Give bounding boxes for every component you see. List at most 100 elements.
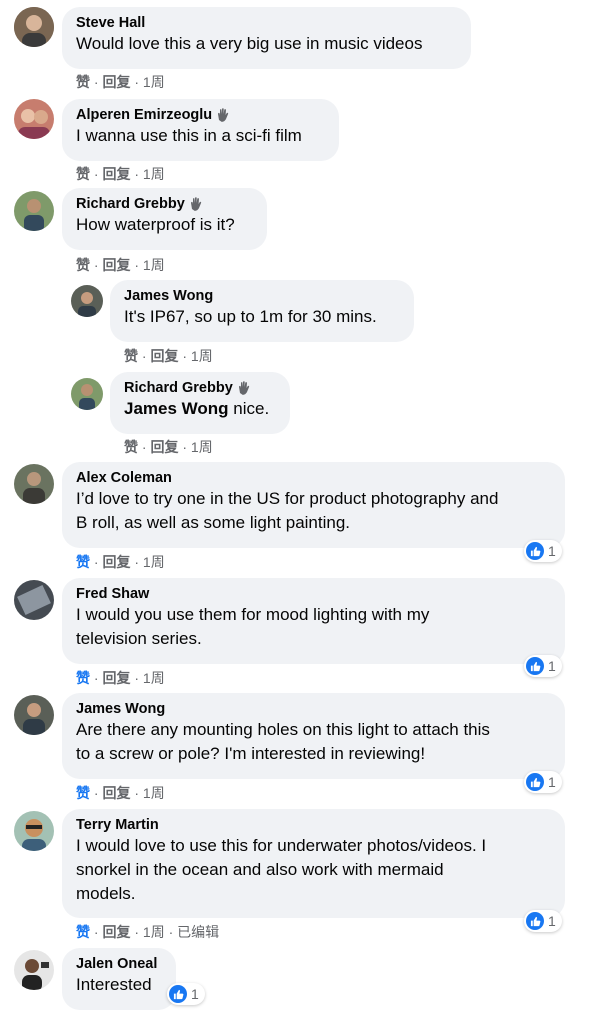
reaction-count[interactable]: 1 (524, 655, 562, 677)
comment-timestamp[interactable]: 1周 (191, 439, 213, 455)
comment-richard-grebby: Richard Grebby How waterproof is it? 赞 ·… (0, 184, 589, 276)
avatar[interactable] (71, 285, 103, 317)
avatar[interactable] (71, 378, 103, 410)
comment-bubble: Richard Grebby James Wong nice. (110, 372, 290, 434)
reply-link[interactable]: 回复 (150, 439, 178, 455)
comment-timestamp[interactable]: 1周 (191, 348, 213, 364)
reply-link[interactable]: 回复 (102, 166, 130, 182)
reaction-count[interactable]: 1 (524, 540, 562, 562)
waving-hand-icon (218, 108, 229, 122)
reaction-count[interactable]: 1 (524, 910, 562, 932)
comment-actions: 赞 · 回复 · 1周 · 已编辑 (76, 924, 220, 940)
comment-actions: 赞 · 回复 · 1周 (124, 439, 213, 455)
comment-actions: 赞 · 回复 · 1周 (76, 74, 165, 90)
comment-text: Would love this a very big use in music … (76, 34, 423, 53)
comment-bubble: Richard Grebby How waterproof is it? (62, 188, 267, 250)
comment-actions: 赞 · 回复 · 1周 (76, 166, 165, 182)
comment-bubble: Jalen Oneal Interested (62, 948, 176, 1010)
comment-alex-coleman: Alex Coleman I’d love to try one in the … (0, 460, 589, 576)
comment-text: James Wong nice. (124, 399, 270, 418)
like-link[interactable]: 赞 (76, 554, 90, 570)
comment-timestamp[interactable]: 1周 (143, 670, 165, 686)
comment-author[interactable]: Steve Hall (76, 14, 145, 32)
avatar[interactable] (14, 695, 54, 735)
like-reaction-icon (526, 773, 544, 791)
like-reaction-icon (526, 542, 544, 560)
avatar[interactable] (14, 811, 54, 851)
comment-text: I would love to use this for underwater … (76, 836, 487, 903)
comment-bubble: Steve Hall Would love this a very big us… (62, 7, 471, 69)
comment-author[interactable]: Alperen Emirzeoglu (76, 106, 212, 124)
comment-timestamp[interactable]: 1周 (143, 924, 165, 940)
comment-text: How waterproof is it? (76, 215, 235, 234)
reply-link[interactable]: 回复 (150, 348, 178, 364)
comment-author[interactable]: Terry Martin (76, 816, 159, 834)
comment-alperen: Alperen Emirzeoglu I wanna use this in a… (0, 92, 589, 184)
comment-bubble: Alex Coleman I’d love to try one in the … (62, 462, 565, 548)
comment-author[interactable]: Richard Grebby (76, 195, 185, 213)
comment-timestamp[interactable]: 1周 (143, 166, 165, 182)
like-link[interactable]: 赞 (124, 348, 138, 364)
comment-text: I wanna use this in a sci-fi film (76, 126, 302, 145)
comment-bubble: Alperen Emirzeoglu I wanna use this in a… (62, 99, 339, 161)
comment-actions: 赞 · 回复 · 1周 (76, 785, 165, 801)
waving-hand-icon (190, 197, 201, 211)
comment-bubble: James Wong It's IP67, so up to 1m for 30… (110, 280, 414, 342)
mention-link[interactable]: James Wong (124, 399, 229, 418)
comment-text: I’d love to try one in the US for produc… (76, 489, 499, 532)
reply-link[interactable]: 回复 (102, 257, 130, 273)
comment-fred-shaw: Fred Shaw I would you use them for mood … (0, 576, 589, 692)
comment-author[interactable]: James Wong (124, 287, 213, 305)
waving-hand-icon (238, 381, 249, 395)
comment-bubble: James Wong Are there any mounting holes … (62, 693, 565, 779)
reaction-count[interactable]: 1 (167, 983, 205, 1005)
avatar[interactable] (14, 99, 54, 139)
comment-bubble: Fred Shaw I would you use them for mood … (62, 578, 565, 664)
like-link[interactable]: 赞 (76, 924, 90, 940)
comment-text: I would you use them for mood lighting w… (76, 605, 430, 648)
reply-link[interactable]: 回复 (102, 670, 130, 686)
comment-author[interactable]: Alex Coleman (76, 469, 172, 487)
comment-actions: 赞 · 回复 · 1周 (76, 257, 165, 273)
like-link[interactable]: 赞 (76, 74, 90, 90)
reply-link[interactable]: 回复 (102, 554, 130, 570)
comment-author[interactable]: Richard Grebby (124, 379, 233, 397)
avatar[interactable] (14, 464, 54, 504)
avatar[interactable] (14, 950, 54, 990)
avatar[interactable] (14, 580, 54, 620)
reply-link[interactable]: 回复 (102, 74, 130, 90)
reply-richard-grebby: Richard Grebby James Wong nice. 赞 · 回复 ·… (0, 368, 589, 460)
comment-author[interactable]: James Wong (76, 700, 165, 718)
like-link[interactable]: 赞 (76, 785, 90, 801)
like-reaction-icon (526, 657, 544, 675)
avatar[interactable] (14, 7, 54, 47)
comment-timestamp[interactable]: 1周 (143, 74, 165, 90)
like-reaction-icon (169, 985, 187, 1003)
reply-link[interactable]: 回复 (102, 785, 130, 801)
comment-james-wong: James Wong Are there any mounting holes … (0, 692, 589, 808)
like-link[interactable]: 赞 (76, 670, 90, 686)
comment-bubble: Terry Martin I would love to use this fo… (62, 809, 565, 918)
comment-actions: 赞 · 回复 · 1周 (76, 670, 165, 686)
comment-timestamp[interactable]: 1周 (143, 785, 165, 801)
reply-link[interactable]: 回复 (102, 924, 130, 940)
like-link[interactable]: 赞 (124, 439, 138, 455)
avatar[interactable] (14, 191, 54, 231)
reply-james-wong: James Wong It's IP67, so up to 1m for 30… (0, 276, 589, 368)
reaction-count[interactable]: 1 (524, 771, 562, 793)
comment-timestamp[interactable]: 1周 (143, 257, 165, 273)
comment-text: Are there any mounting holes on this lig… (76, 720, 490, 763)
like-reaction-icon (526, 912, 544, 930)
comment-timestamp[interactable]: 1周 (143, 554, 165, 570)
comment-author[interactable]: Jalen Oneal (76, 955, 157, 973)
comment-actions: 赞 · 回复 · 1周 (76, 554, 165, 570)
comment-text: Interested (76, 975, 152, 994)
comment-text: It's IP67, so up to 1m for 30 mins. (124, 307, 377, 326)
edited-label: 已编辑 (177, 924, 220, 940)
comment-author[interactable]: Fred Shaw (76, 585, 149, 603)
like-link[interactable]: 赞 (76, 166, 90, 182)
comment-jalen-oneal: Jalen Oneal Interested 1 (0, 948, 589, 1014)
comment-steve-hall: Steve Hall Would love this a very big us… (0, 0, 589, 92)
comment-actions: 赞 · 回复 · 1周 (124, 348, 213, 364)
like-link[interactable]: 赞 (76, 257, 90, 273)
